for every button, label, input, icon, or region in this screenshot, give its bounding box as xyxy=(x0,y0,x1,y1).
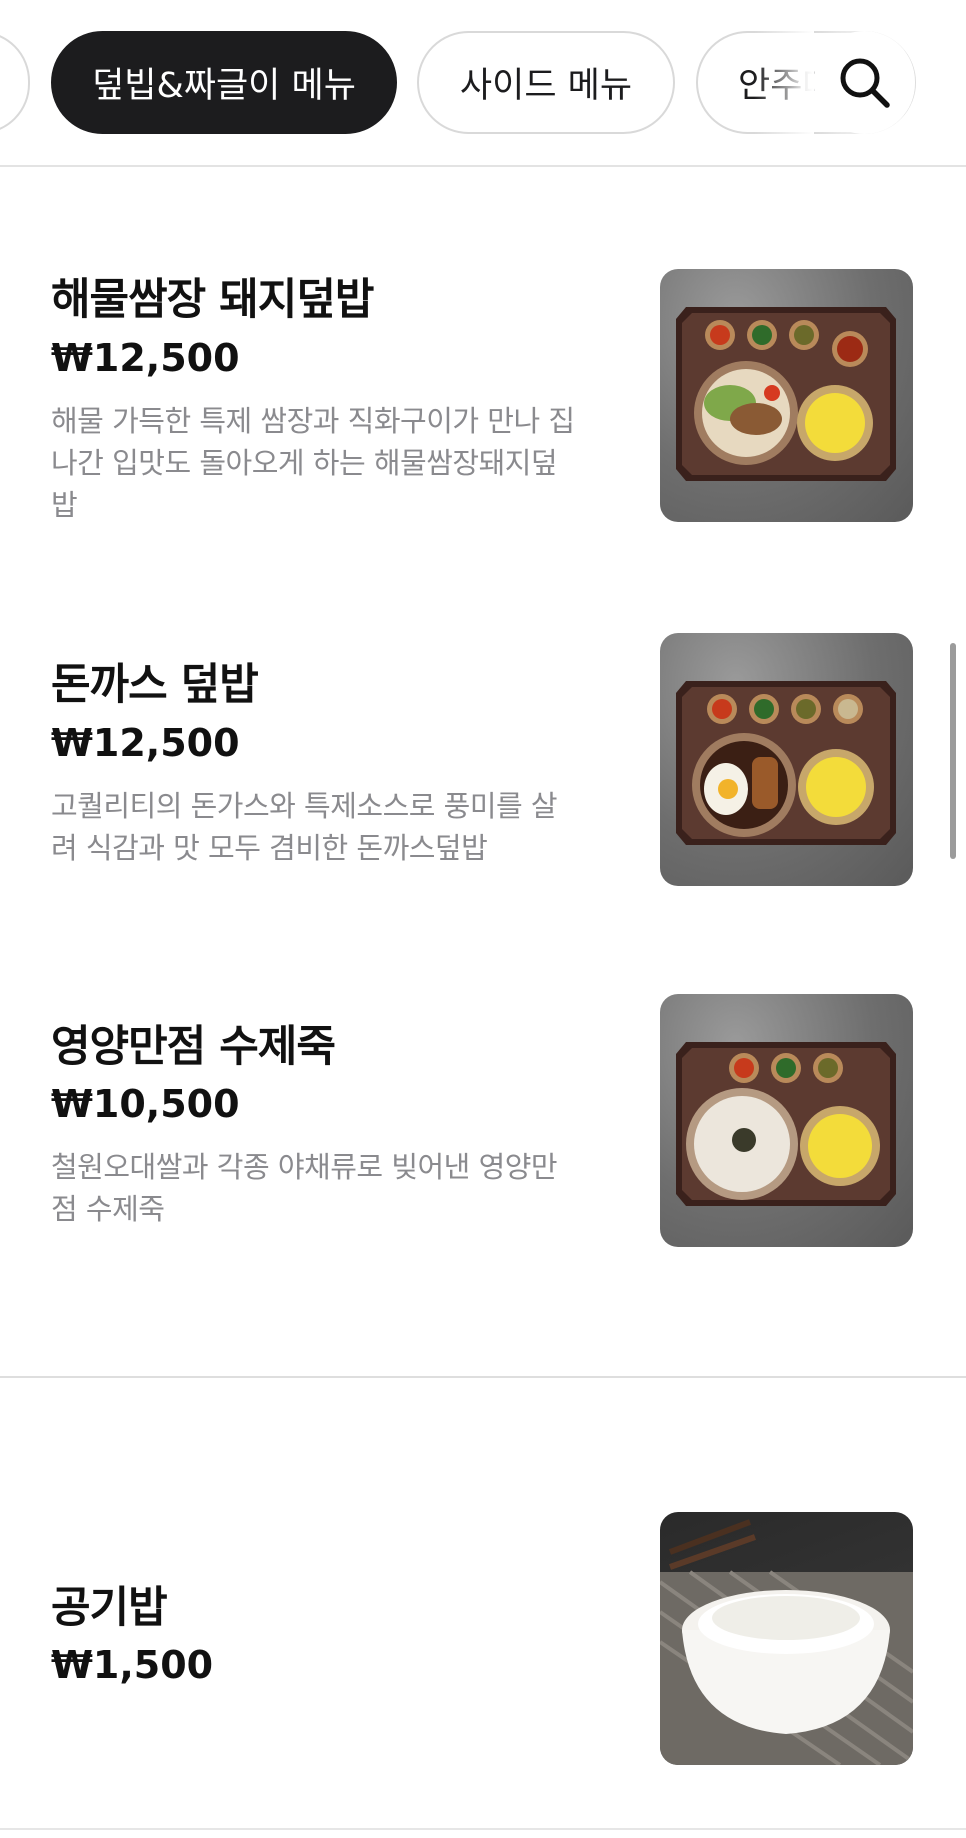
menu-item-price: ₩12,500 xyxy=(51,721,240,765)
search-button[interactable] xyxy=(754,31,915,134)
menu-item-price: ₩12,500 xyxy=(51,336,240,380)
menu-item-name: 영양만점 수제죽 xyxy=(51,1022,336,1072)
menu-item-name: 공기밥 xyxy=(51,1583,168,1633)
category-tab-bar: 덮빕&짜글이 메뉴 사이드 메뉴 안주메뉴 xyxy=(0,0,966,167)
scrollbar[interactable] xyxy=(950,643,956,859)
menu-page: 덮빕&짜글이 메뉴 사이드 메뉴 안주메뉴 해물쌈장 돼지덮밥 ₩12,500 … xyxy=(0,0,966,1838)
menu-item-image xyxy=(660,1512,913,1765)
menu-item-image xyxy=(660,994,913,1247)
menu-item-price: ₩1,500 xyxy=(51,1643,214,1687)
menu-item-price: ₩10,500 xyxy=(51,1082,240,1126)
search-icon xyxy=(840,58,890,108)
menu-item-description: 철원오대쌀과 각종 야채류로 빚어낸 영양만점 수제죽 xyxy=(51,1150,558,1226)
tab-rice-bowl-jjageuli[interactable]: 덮빕&짜글이 메뉴 xyxy=(51,31,397,134)
tab-previous[interactable] xyxy=(0,31,30,134)
menu-item-description: 해물 가득한 특제 쌈장과 직화구이가 만나 집나간 입맛도 돌아오게 하는 해… xyxy=(51,404,575,522)
menu-item-image xyxy=(660,269,913,522)
menu-item-name: 돈까스 덮밥 xyxy=(51,660,259,710)
menu-item-description: 고퀄리티의 돈가스와 특제소스로 풍미를 살려 식감과 맛 모두 겸비한 돈까스… xyxy=(51,789,558,865)
tab-side-menu[interactable]: 사이드 메뉴 xyxy=(417,31,675,134)
menu-item-name: 해물쌈장 돼지덮밥 xyxy=(51,275,374,325)
menu-item-image xyxy=(660,633,913,886)
section-divider xyxy=(0,1376,966,1378)
bottom-divider xyxy=(0,1828,966,1830)
